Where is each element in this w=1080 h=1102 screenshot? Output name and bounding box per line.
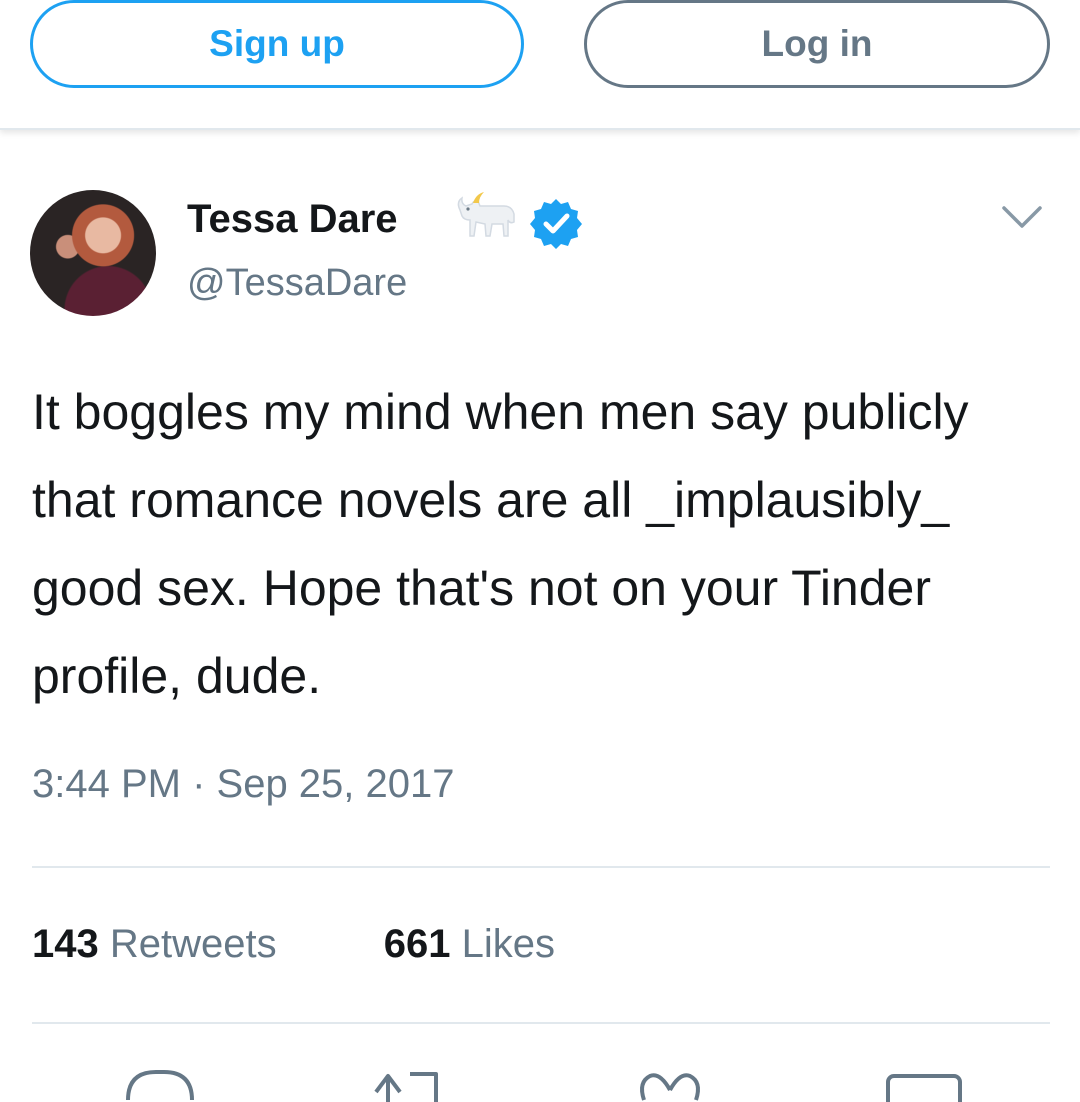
retweets-stat[interactable]: 143 Retweets	[32, 922, 277, 967]
like-icon[interactable]	[630, 1062, 710, 1102]
sign-up-label: Sign up	[209, 23, 345, 64]
top-bar: Sign up Log in	[0, 0, 1080, 130]
tweet-text: It boggles my mind when men say publicly…	[32, 384, 969, 704]
verified-badge-icon	[530, 199, 582, 249]
log-in-button[interactable]: Log in	[584, 0, 1050, 88]
author-handle[interactable]: @TessaDare	[187, 262, 407, 305]
retweet-icon[interactable]	[370, 1062, 450, 1102]
likes-label: Likes	[461, 922, 556, 966]
retweets-label: Retweets	[109, 922, 277, 966]
likes-count: 661	[383, 922, 451, 966]
log-in-label: Log in	[761, 23, 873, 64]
sign-up-button[interactable]: Sign up	[30, 0, 524, 88]
avatar[interactable]	[30, 190, 156, 316]
divider	[32, 866, 1050, 868]
tweet-stats: 143 Retweets 661 Likes	[32, 922, 555, 967]
divider	[32, 1022, 1050, 1024]
chevron-down-icon[interactable]	[1000, 200, 1044, 236]
tweet-timestamp[interactable]: 3:44 PM · Sep 25, 2017	[32, 762, 455, 807]
likes-stat[interactable]: 661 Likes	[384, 922, 555, 967]
reply-icon[interactable]	[120, 1062, 200, 1102]
author-name[interactable]: Tessa Dare	[187, 197, 398, 242]
message-icon[interactable]	[884, 1062, 964, 1102]
retweets-count: 143	[32, 922, 99, 966]
goat-icon	[457, 192, 515, 237]
